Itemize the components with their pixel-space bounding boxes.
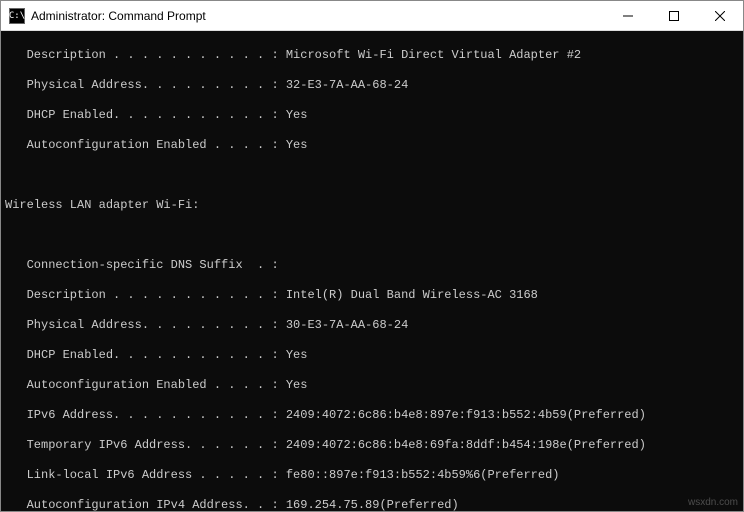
output-line: Description . . . . . . . . . . . : Inte… bbox=[5, 288, 743, 303]
output-line: Autoconfiguration Enabled . . . . : Yes bbox=[5, 378, 743, 393]
output-line: Physical Address. . . . . . . . . : 32-E… bbox=[5, 78, 743, 93]
output-line: Autoconfiguration IPv4 Address. . : 169.… bbox=[5, 498, 743, 511]
output-line: DHCP Enabled. . . . . . . . . . . : Yes bbox=[5, 108, 743, 123]
terminal-output[interactable]: Description . . . . . . . . . . . : Micr… bbox=[1, 31, 743, 511]
section-header: Wireless LAN adapter Wi-Fi: bbox=[5, 198, 743, 213]
output-line: Physical Address. . . . . . . . . : 30-E… bbox=[5, 318, 743, 333]
minimize-button[interactable] bbox=[605, 1, 651, 30]
output-line: DHCP Enabled. . . . . . . . . . . : Yes bbox=[5, 348, 743, 363]
window-controls bbox=[605, 1, 743, 30]
output-line: Temporary IPv6 Address. . . . . . : 2409… bbox=[5, 438, 743, 453]
output-line: Link-local IPv6 Address . . . . . : fe80… bbox=[5, 468, 743, 483]
blank-line bbox=[5, 168, 743, 183]
output-line: Autoconfiguration Enabled . . . . : Yes bbox=[5, 138, 743, 153]
window-title: Administrator: Command Prompt bbox=[31, 9, 206, 23]
output-line: Description . . . . . . . . . . . : Micr… bbox=[5, 48, 743, 63]
blank-line bbox=[5, 228, 743, 243]
maximize-button[interactable] bbox=[651, 1, 697, 30]
output-line: IPv6 Address. . . . . . . . . . . : 2409… bbox=[5, 408, 743, 423]
cmd-window: C:\ Administrator: Command Prompt Descri… bbox=[0, 0, 744, 512]
titlebar-left: C:\ Administrator: Command Prompt bbox=[1, 8, 206, 24]
titlebar[interactable]: C:\ Administrator: Command Prompt bbox=[1, 1, 743, 31]
cmd-icon: C:\ bbox=[9, 8, 25, 24]
close-button[interactable] bbox=[697, 1, 743, 30]
output-line: Connection-specific DNS Suffix . : bbox=[5, 258, 743, 273]
